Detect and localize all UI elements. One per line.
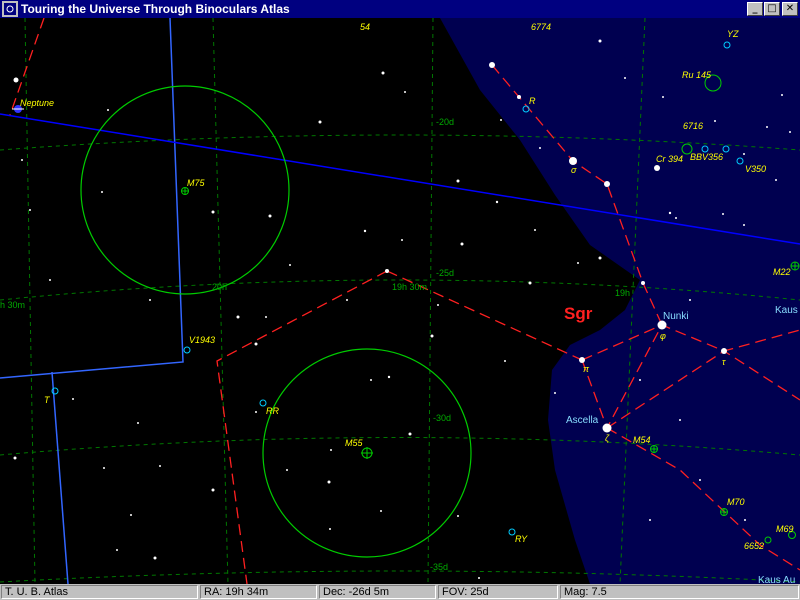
svg-text:20h: 20h [212,282,227,292]
label-m75: M75 [187,178,206,188]
label-ascella: Ascella [566,415,599,426]
label-m69: M69 [776,524,794,534]
svg-text:19h: 19h [615,288,630,298]
svg-text:-30d: -30d [433,413,451,423]
label-kaus: Kaus [775,305,798,316]
label-54: 54 [360,22,370,32]
label-m70: M70 [727,497,745,507]
status-app-name: T. U. B. Atlas [1,585,198,599]
label-nunki: Nunki [663,311,689,322]
svg-text:-35d: -35d [430,562,448,572]
label-v1943: V1943 [189,335,215,345]
window-title: Touring the Universe Through Binoculars … [21,2,290,16]
label-v350: V350 [745,164,766,174]
label-m22: M22 [773,267,791,277]
label-r: R [529,96,536,106]
star-ascella[interactable] [602,423,612,433]
maximize-button[interactable]: □ [764,2,780,16]
svg-text:19h 30m: 19h 30m [392,282,427,292]
status-ra: RA: 19h 34m [200,585,317,599]
label-6774: 6774 [531,22,551,32]
sky-chart[interactable]: -20d -25d -30d -35d 19h 30m 19h 20h h 30… [0,18,800,584]
label-ru145: Ru 145 [682,70,712,80]
status-mag: Mag: 7.5 [560,585,799,599]
label-6716: 6716 [683,121,703,131]
label-m54: M54 [633,435,651,445]
label-kaus-aus: Kaus Au [758,575,795,584]
label-6652: 6652 [744,541,764,551]
label-neptune: Neptune [20,98,54,108]
svg-text:h 30m: h 30m [0,300,25,310]
minimize-button[interactable]: _ [747,2,763,16]
label-greek-sigma: σ [571,165,577,175]
label-yz: YZ [727,29,739,39]
milky-way-region [440,18,800,584]
title-bar: Touring the Universe Through Binoculars … [0,0,800,18]
label-m55: M55 [345,438,364,448]
label-rr: RR [266,406,279,416]
status-bar: T. U. B. Atlas RA: 19h 34m Dec: -26d 5m … [0,584,800,600]
label-ry: RY [515,534,528,544]
close-button[interactable]: ✕ [782,2,798,16]
label-bbv356: BBV356 [690,152,723,162]
constellation-label: Sgr [564,304,593,323]
label-cr394: Cr 394 [656,154,683,164]
status-fov: FOV: 25d [438,585,558,599]
label-t: T [44,395,51,405]
status-dec: Dec: -26d 5m [319,585,436,599]
app-icon[interactable] [2,1,18,17]
sky-map[interactable]: -20d -25d -30d -35d 19h 30m 19h 20h h 30… [0,18,800,584]
svg-text:-20d: -20d [436,117,454,127]
label-greek-phi: φ [660,331,666,341]
label-greek-pi: π [583,364,590,374]
grid-labels: -20d -25d -30d -35d 19h 30m 19h 20h h 30… [0,117,630,572]
svg-text:-25d: -25d [436,268,454,278]
